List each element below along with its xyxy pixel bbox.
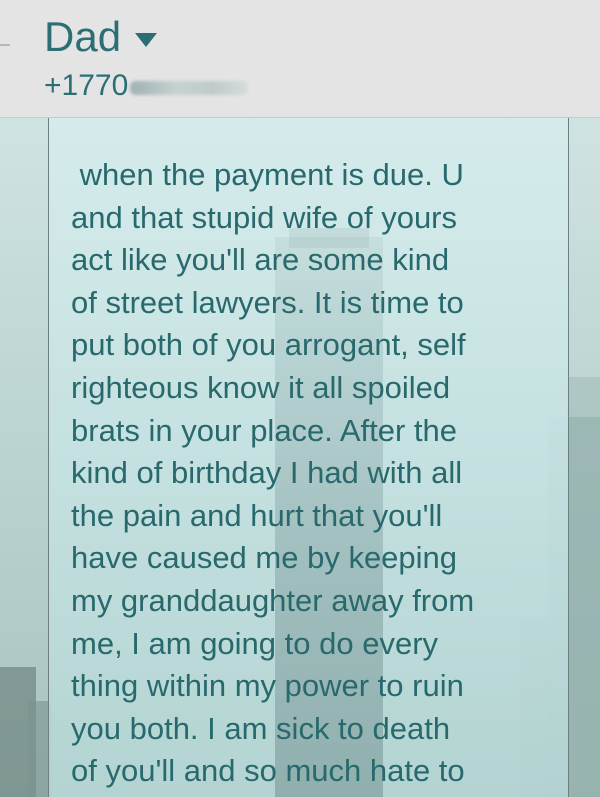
message-line: of street lawyers. It is time to bbox=[71, 284, 464, 320]
contact-selector[interactable]: Dad bbox=[44, 12, 158, 62]
message-line: thing within my power to ruin bbox=[71, 668, 464, 704]
message-bubble[interactable]: when the payment is due. U and that stup… bbox=[48, 118, 569, 797]
message-line: my granddaughter away from bbox=[71, 582, 475, 618]
message-line: brats in your place. After the bbox=[71, 412, 457, 448]
message-line: me, I am going to do every bbox=[71, 625, 439, 661]
message-line: act like you'll are some kind bbox=[71, 242, 450, 278]
message-line: kind of birthday I had with all bbox=[71, 455, 463, 491]
message-text: when the payment is due. U and that stup… bbox=[71, 154, 561, 793]
message-line: when the payment is due. U bbox=[71, 157, 464, 192]
message-line: you both. I am sick to death bbox=[71, 710, 451, 746]
conversation-header: Dad +1770 bbox=[0, 0, 600, 118]
contact-name[interactable]: Dad bbox=[44, 12, 121, 62]
phone-row: +1770 bbox=[44, 68, 249, 104]
phone-number: +1770 bbox=[44, 69, 129, 102]
back-edge[interactable] bbox=[0, 44, 10, 46]
redacted-number-blur bbox=[130, 81, 249, 95]
message-line: of you'll and so much hate to bbox=[71, 753, 465, 789]
message-line: and that stupid wife of yours bbox=[71, 199, 458, 235]
message-line: righteous know it all spoiled bbox=[71, 369, 451, 405]
message-line: have caused me by keeping bbox=[71, 540, 458, 576]
background-building bbox=[566, 377, 600, 797]
message-line: put both of you arrogant, self bbox=[71, 327, 466, 363]
triangle-down-icon[interactable] bbox=[135, 33, 158, 47]
message-line: the pain and hurt that you'll bbox=[71, 497, 443, 533]
